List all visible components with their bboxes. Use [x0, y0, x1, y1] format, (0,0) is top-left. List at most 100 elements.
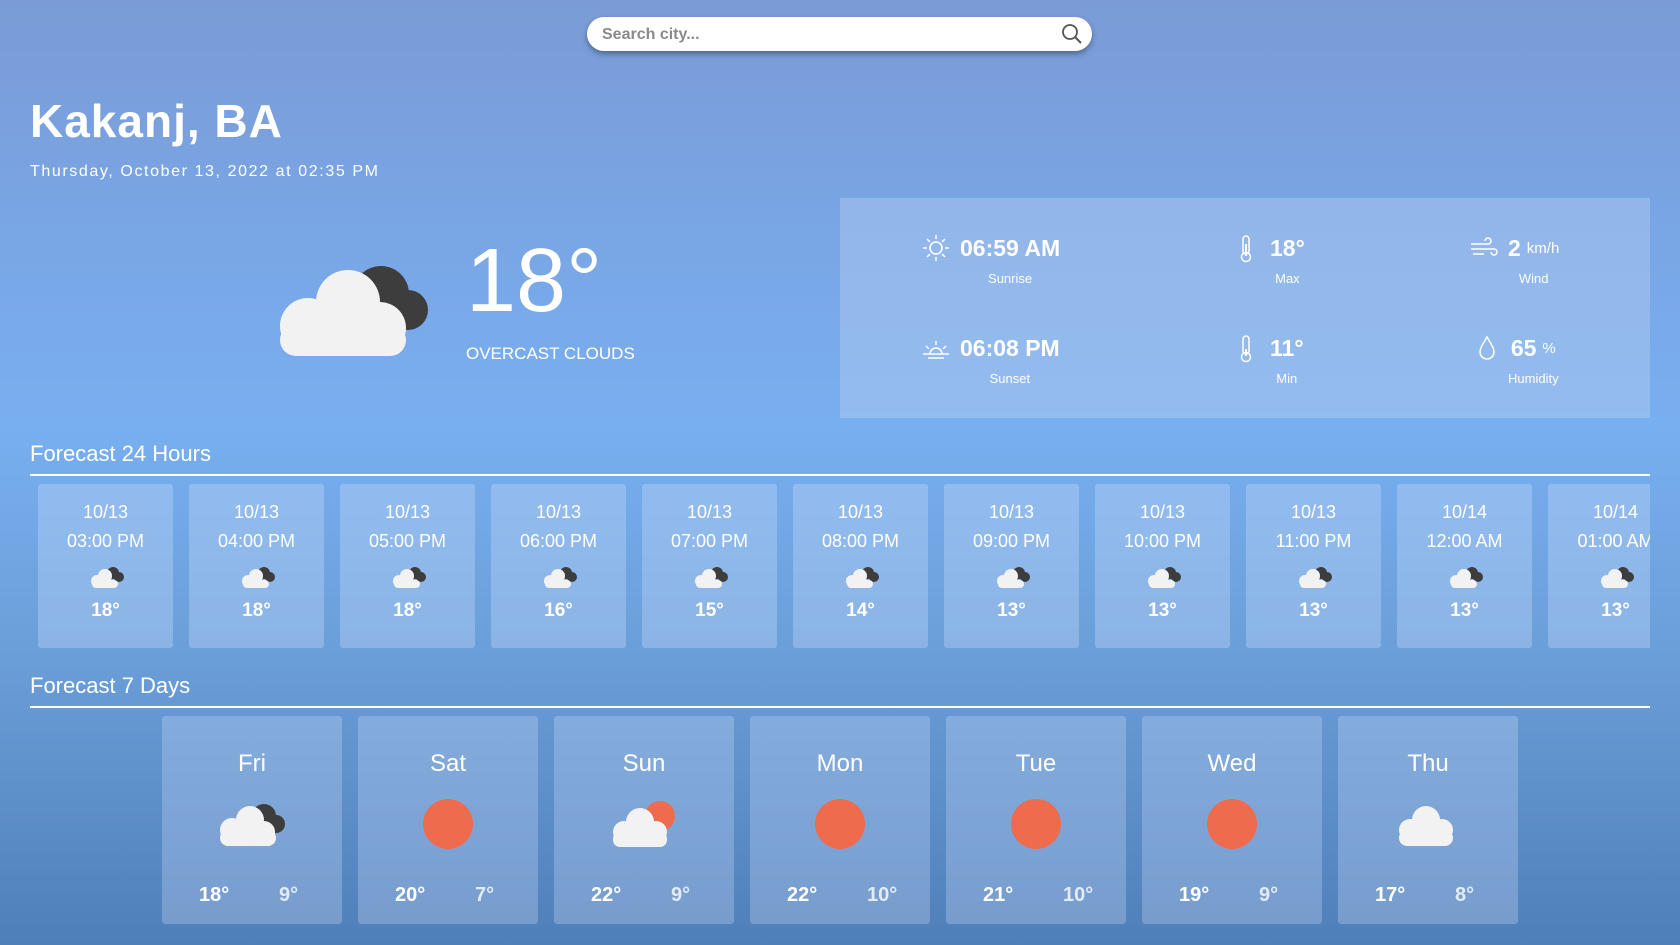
hour-date: 10/13: [988, 502, 1035, 522]
max-temp-detail: 18° Max: [1230, 232, 1305, 286]
day-name: Wed: [1207, 750, 1257, 777]
droplet-icon: [1479, 335, 1495, 360]
hourly-forecast[interactable]: 10/13 03:00 PM 18° 10/13 04:00 PM 18° 10…: [38, 484, 1650, 650]
day-name: Sat: [429, 750, 467, 777]
hour-card: 10/14 01:00 AM 13°: [1548, 484, 1650, 648]
wind-label: Wind: [1518, 271, 1549, 286]
hour-temp: 16°: [544, 600, 573, 621]
overcast-clouds-icon: [392, 567, 426, 588]
overcast-clouds-icon: [220, 804, 285, 846]
hour-card: 10/13 04:00 PM 18°: [189, 484, 324, 648]
wind-value: 2: [1508, 234, 1521, 261]
daily-forecast: Fri 18° 9° Sat 20° 7° Sun 22° 9° Mon 22° 10°…: [162, 716, 1522, 924]
hour-date: 10/13: [82, 502, 129, 522]
max-temp-value: 18°: [1270, 234, 1305, 261]
hour-time: 01:00 AM: [1577, 531, 1650, 551]
hour-date: 10/13: [1290, 502, 1337, 522]
overcast-clouds-icon: [694, 567, 728, 588]
humidity-value: 65: [1510, 334, 1537, 361]
min-temp-value: 11°: [1270, 334, 1304, 361]
current-datetime: Thursday, October 13, 2022 at 02:35 PM: [30, 163, 380, 180]
hour-time: 06:00 PM: [519, 531, 598, 551]
hour-date: 10/13: [1139, 502, 1186, 522]
cloud-icon: [1399, 806, 1453, 846]
overcast-clouds-icon: [996, 567, 1030, 588]
details-panel: 06:59 AM Sunrise 06:08 PM Sunset 18° Max…: [840, 198, 1650, 418]
day-card: Tue 21° 10°: [946, 716, 1126, 924]
hour-time: 03:00 PM: [66, 531, 145, 551]
min-temp-detail: 11° Min: [1230, 332, 1304, 386]
overcast-clouds-icon: [280, 266, 428, 356]
day-low: 10°: [867, 884, 898, 906]
hour-time: 12:00 AM: [1426, 531, 1503, 551]
overcast-clouds-icon: [1147, 567, 1181, 588]
hour-card: 10/13 03:00 PM 18°: [38, 484, 173, 648]
hour-card: 10/13 11:00 PM 13°: [1246, 484, 1381, 648]
day-low: 9°: [1259, 884, 1279, 906]
hour-card: 10/13 07:00 PM 15°: [642, 484, 777, 648]
hourly-title: Forecast 24 Hours: [30, 441, 211, 466]
overcast-clouds-icon: [1298, 567, 1332, 588]
day-name: Mon: [816, 750, 864, 777]
overcast-clouds-icon: [1600, 567, 1634, 588]
search-input[interactable]: [600, 23, 1044, 47]
sunrise-detail: 06:59 AM Sunrise: [920, 232, 1060, 286]
overcast-clouds-icon: [90, 567, 124, 588]
overcast-clouds-icon: [543, 567, 577, 588]
hour-card: 10/13 05:00 PM 18°: [340, 484, 475, 648]
hour-card: 10/13 08:00 PM 14°: [793, 484, 928, 648]
wind-unit: km/h: [1526, 239, 1560, 257]
day-low: 9°: [279, 884, 299, 906]
day-low: 8°: [1455, 884, 1475, 906]
hourly-divider: [30, 474, 1650, 476]
max-temp-label: Max: [1275, 271, 1300, 286]
day-card: Mon 22° 10°: [750, 716, 930, 924]
day-low: 7°: [475, 884, 495, 906]
day-name: Tue: [1015, 750, 1057, 777]
day-high: 18°: [199, 884, 230, 906]
hour-card: 10/13 10:00 PM 13°: [1095, 484, 1230, 648]
sun-icon: [423, 799, 473, 849]
search-bar[interactable]: [587, 17, 1092, 51]
hour-temp: 15°: [695, 600, 724, 621]
sun-icon: [1011, 799, 1061, 849]
day-high: 22°: [591, 884, 622, 906]
hour-time: 05:00 PM: [368, 531, 447, 551]
hour-time: 11:00 PM: [1275, 531, 1352, 551]
hour-temp: 13°: [1601, 600, 1630, 621]
daily-divider: [30, 706, 1650, 708]
hour-time: 10:00 PM: [1123, 531, 1202, 551]
hour-date: 10/13: [384, 502, 431, 522]
thermometer-icon: [1240, 335, 1252, 363]
current-condition: OVERCAST CLOUDS: [466, 344, 635, 363]
hour-temp: 14°: [846, 600, 875, 621]
hour-time: 07:00 PM: [670, 531, 749, 551]
sunrise-label: Sunrise: [988, 271, 1033, 286]
sunset-icon: [923, 341, 949, 359]
hour-time: 08:00 PM: [821, 531, 900, 551]
day-name: Fri: [238, 750, 266, 777]
daily-title: Forecast 7 Days: [30, 673, 191, 698]
day-name: Thu: [1407, 750, 1449, 777]
hour-date: 10/13: [535, 502, 582, 522]
sunset-detail: 06:08 PM Sunset: [920, 332, 1060, 386]
sunrise-value: 06:59 AM: [960, 234, 1061, 261]
hour-temp: 13°: [1148, 600, 1177, 621]
overcast-clouds-icon: [241, 567, 275, 588]
hour-time: 09:00 PM: [972, 531, 1051, 551]
wind-icon: [1471, 237, 1498, 256]
hour-temp: 13°: [997, 600, 1026, 621]
current-temperature: 18°: [466, 231, 603, 331]
hour-temp: 13°: [1299, 600, 1328, 621]
day-card: Wed 19° 9°: [1142, 716, 1322, 924]
humidity-label: Humidity: [1508, 371, 1559, 386]
hour-card: 10/13 09:00 PM 13°: [944, 484, 1079, 648]
hour-date: 10/13: [686, 502, 733, 522]
thermometer-icon: [1240, 235, 1252, 263]
hour-temp: 13°: [1450, 600, 1479, 621]
search-icon[interactable]: [1060, 22, 1084, 46]
day-low: 10°: [1063, 884, 1094, 906]
hour-date: 10/13: [837, 502, 884, 522]
day-high: 19°: [1179, 884, 1210, 906]
sun-icon: [815, 799, 865, 849]
